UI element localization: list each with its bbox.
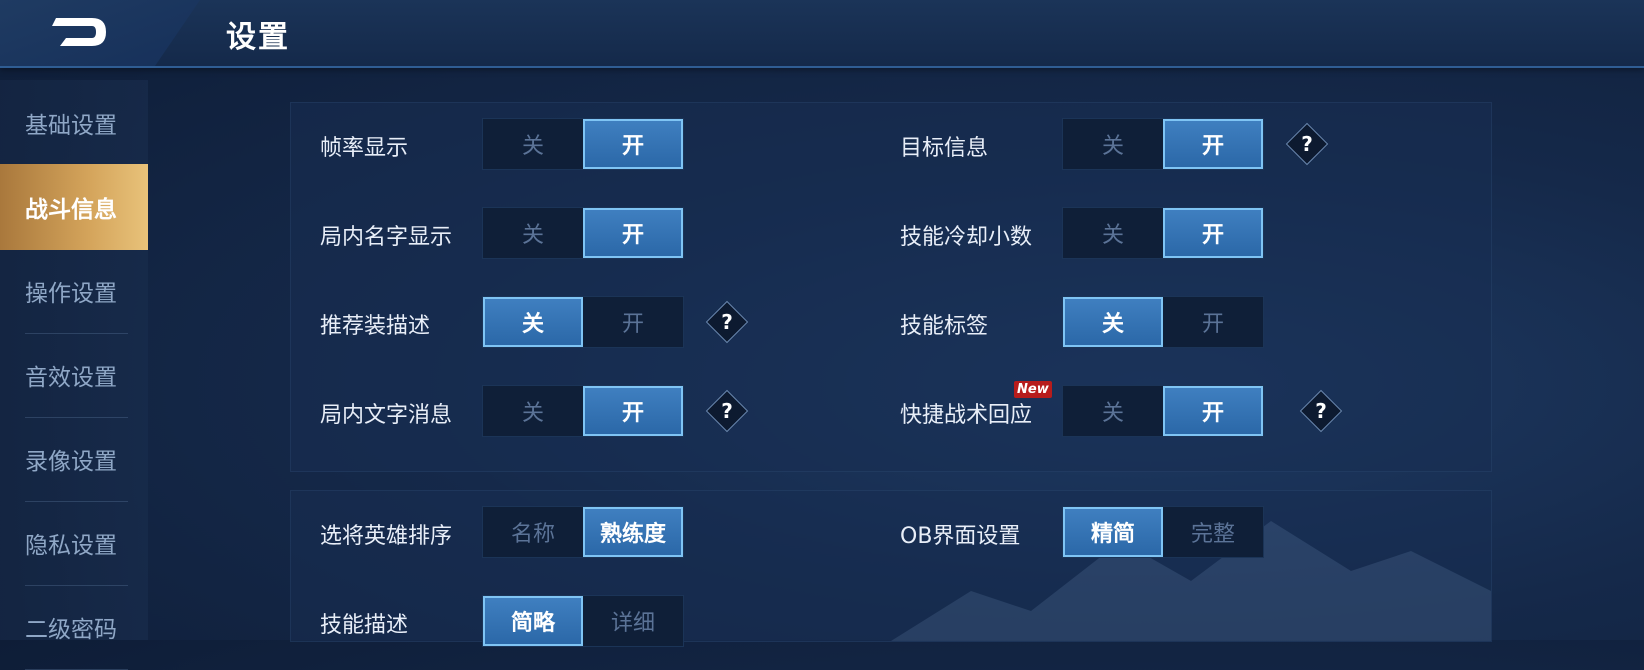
- skilldesc-detail-option[interactable]: 详细: [583, 596, 683, 646]
- skilldesc-brief-option[interactable]: 简略: [483, 596, 583, 646]
- cooldown-off-option[interactable]: 关: [1063, 208, 1163, 258]
- quick-tactic-reply-label: 快捷战术回应: [900, 403, 1033, 428]
- herosort-proficiency-option[interactable]: 熟练度: [583, 507, 683, 557]
- textmsg-on-option[interactable]: 开: [583, 386, 683, 436]
- recommend-on-option[interactable]: 开: [583, 297, 683, 347]
- sidebar-item-secondary-password[interactable]: 二级密码: [0, 584, 148, 670]
- recommend-off-option[interactable]: 关: [483, 297, 583, 347]
- sidebar-item-audio[interactable]: 音效设置: [0, 332, 148, 418]
- fps-display-label: 帧率显示: [320, 136, 409, 161]
- in-game-text-msg-toggle: 关 开: [482, 385, 684, 437]
- cooldown-decimal-label: 技能冷却小数: [900, 225, 1033, 250]
- in-game-text-msg-label: 局内文字消息: [320, 403, 453, 428]
- new-badge: New: [1014, 381, 1052, 398]
- help-glyph: ?: [1315, 399, 1327, 423]
- quickreply-off-option[interactable]: 关: [1063, 386, 1163, 436]
- sidebar-item-controls[interactable]: 操作设置: [0, 248, 148, 334]
- back-arrow-icon: [52, 18, 106, 46]
- back-button[interactable]: [0, 0, 200, 66]
- obui-full-option[interactable]: 完整: [1163, 507, 1263, 557]
- sidebar-item-label: 基础设置: [25, 113, 117, 139]
- target-off-option[interactable]: 关: [1063, 119, 1163, 169]
- page-title: 设置: [226, 20, 290, 55]
- target-info-label: 目标信息: [900, 136, 989, 161]
- quickreply-on-option[interactable]: 开: [1163, 386, 1263, 436]
- skill-tag-label: 技能标签: [900, 314, 989, 339]
- textmsg-off-option[interactable]: 关: [483, 386, 583, 436]
- sidebar-item-privacy[interactable]: 隐私设置: [0, 500, 148, 586]
- skilltag-off-option[interactable]: 关: [1063, 297, 1163, 347]
- sidebar-item-label: 战斗信息: [25, 197, 117, 223]
- fps-on-option[interactable]: 开: [583, 119, 683, 169]
- sidebar: 基础设置 战斗信息 操作设置 音效设置 录像设置 隐私设置 二级密码: [0, 80, 148, 670]
- target-info-toggle: 关 开: [1062, 118, 1264, 170]
- obui-simple-option[interactable]: 精简: [1063, 507, 1163, 557]
- cooldown-on-option[interactable]: 开: [1163, 208, 1263, 258]
- names-off-option[interactable]: 关: [483, 208, 583, 258]
- ob-ui-toggle: 精简 完整: [1062, 506, 1264, 558]
- mountain-decoration: [891, 521, 1491, 641]
- sidebar-item-label: 二级密码: [25, 617, 117, 643]
- top-bar: 设置: [0, 0, 1644, 68]
- hero-sort-toggle: 名称 熟练度: [482, 506, 684, 558]
- in-game-names-toggle: 关 开: [482, 207, 684, 259]
- target-on-option[interactable]: 开: [1163, 119, 1263, 169]
- sidebar-item-label: 音效设置: [25, 365, 117, 391]
- quick-tactic-reply-toggle: 关 开: [1062, 385, 1264, 437]
- help-glyph: ?: [721, 310, 733, 334]
- sidebar-item-replay[interactable]: 录像设置: [0, 416, 148, 502]
- skilltag-on-option[interactable]: 开: [1163, 297, 1263, 347]
- hero-sort-label: 选将英雄排序: [320, 524, 453, 549]
- help-glyph: ?: [721, 399, 733, 423]
- sidebar-item-basic[interactable]: 基础设置: [0, 80, 148, 166]
- cooldown-decimal-toggle: 关 开: [1062, 207, 1264, 259]
- recommend-build-label: 推荐装描述: [320, 314, 431, 339]
- sidebar-item-battle-info[interactable]: 战斗信息: [0, 164, 148, 250]
- skill-tag-toggle: 关 开: [1062, 296, 1264, 348]
- help-glyph: ?: [1301, 132, 1313, 156]
- recommend-build-toggle: 关 开: [482, 296, 684, 348]
- fps-off-option[interactable]: 关: [483, 119, 583, 169]
- fps-display-toggle: 关 开: [482, 118, 684, 170]
- misc-settings-panel: [290, 490, 1492, 642]
- sidebar-item-label: 录像设置: [25, 449, 117, 475]
- skill-desc-label: 技能描述: [320, 613, 409, 638]
- sidebar-item-label: 隐私设置: [25, 533, 117, 559]
- in-game-names-label: 局内名字显示: [320, 225, 453, 250]
- ob-ui-label: OB界面设置: [900, 524, 1021, 549]
- skill-desc-toggle: 简略 详细: [482, 595, 684, 647]
- herosort-name-option[interactable]: 名称: [483, 507, 583, 557]
- sidebar-item-label: 操作设置: [25, 281, 117, 307]
- names-on-option[interactable]: 开: [583, 208, 683, 258]
